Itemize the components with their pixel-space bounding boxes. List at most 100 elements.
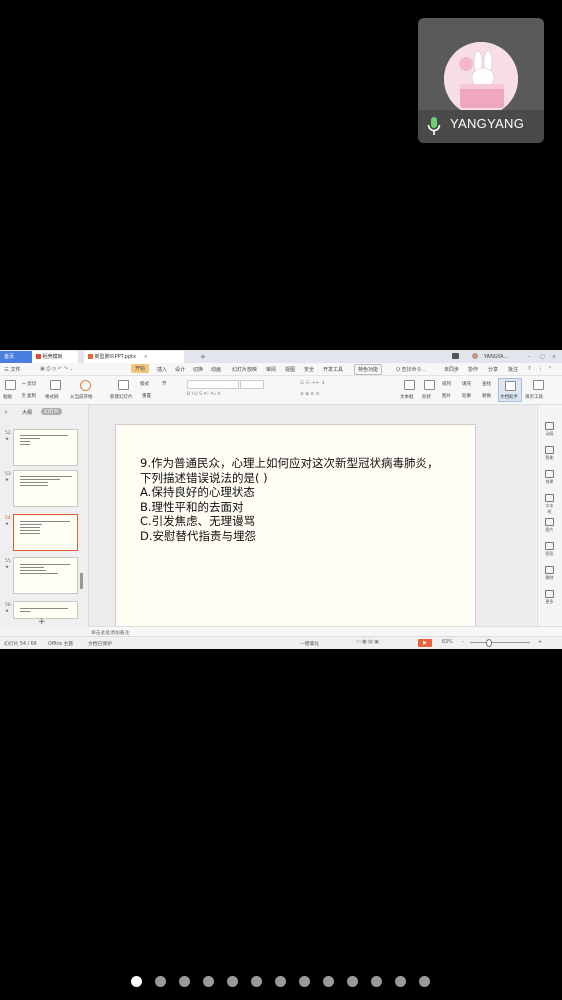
menu-item-start[interactable]: 开始	[131, 364, 150, 373]
page-dot[interactable]	[419, 976, 430, 987]
menu-item-review[interactable]: 审阅	[266, 366, 276, 373]
tool-more[interactable]: 更多	[544, 590, 555, 605]
collaborate-button[interactable]: 协作	[468, 366, 478, 373]
cut-button[interactable]: ✂ 剪切	[22, 381, 36, 387]
question-text[interactable]: 9.作为普通民众，心理上如何应对这次新型冠状病毒肺炎， 下列描述错误说法的是( …	[140, 456, 438, 543]
presentation-tools-icon[interactable]	[533, 380, 544, 390]
zoom-in-button[interactable]: +	[538, 640, 542, 645]
tab-home[interactable]: 首页	[0, 351, 36, 363]
font-name-select[interactable]	[187, 380, 239, 389]
maximize-icon[interactable]: ▢	[536, 351, 549, 363]
from-current-button[interactable]: 从当前开始	[70, 394, 93, 400]
arrange-button[interactable]: 排列	[442, 381, 451, 387]
play-from-current-icon[interactable]	[80, 380, 91, 391]
format-painter-button[interactable]: 格式刷	[45, 394, 59, 400]
new-tab-button[interactable]: +	[196, 351, 210, 363]
shapes-button[interactable]: 形状	[422, 394, 431, 400]
page-dot[interactable]	[155, 976, 166, 987]
page-dot[interactable]	[299, 976, 310, 987]
text-format-icons[interactable]: B I U S ✕² ✕₂ A	[187, 392, 220, 397]
tab-document[interactable]: 新型肺炎PPT.pptx ×	[84, 351, 184, 363]
tool-smart[interactable]: 智能	[544, 446, 555, 461]
outline-button[interactable]: 轮廓	[462, 393, 471, 399]
paste-button[interactable]: 粘贴	[3, 394, 12, 400]
new-slide-icon[interactable]	[118, 380, 129, 390]
zoom-out-button[interactable]: -	[462, 640, 464, 645]
page-dot[interactable]	[227, 976, 238, 987]
align-icons[interactable]: ≡ ≣ ≡ ≡	[300, 392, 319, 397]
page-dot[interactable]	[275, 976, 286, 987]
tool-delete[interactable]: 删除	[544, 566, 555, 581]
slide-thumbnail-53[interactable]	[13, 470, 78, 507]
minimize-icon[interactable]: –	[524, 351, 535, 363]
find-button[interactable]: 查找	[482, 381, 491, 387]
paste-icon[interactable]	[5, 380, 16, 390]
tool-shape[interactable]: 图形	[544, 542, 555, 557]
zoom-level[interactable]: 63%	[442, 640, 453, 645]
shapes-icon[interactable]	[424, 380, 435, 390]
tool-textbox[interactable]: 文本框	[544, 494, 555, 515]
paragraph-icons[interactable]: ☰ ☷ ⇥ ⇤ ↕	[300, 381, 325, 386]
fill-button[interactable]: 填充	[462, 381, 471, 387]
page-dot[interactable]	[347, 976, 358, 987]
tab-docer-template[interactable]: 稻壳模板	[32, 351, 78, 363]
add-slide-button[interactable]: +	[38, 617, 46, 627]
menu-item-developer[interactable]: 开发工具	[323, 366, 343, 373]
menu-item-design[interactable]: 设计	[175, 366, 185, 373]
page-dot[interactable]	[131, 976, 142, 987]
user-avatar[interactable]	[472, 353, 478, 359]
text-box-icon[interactable]	[404, 380, 415, 390]
help-icon[interactable]: ?	[528, 366, 531, 372]
page-dot[interactable]	[323, 976, 334, 987]
more-icon[interactable]: ⋮	[538, 366, 543, 372]
page-dot[interactable]	[395, 976, 406, 987]
window-mode-icon[interactable]	[452, 353, 459, 359]
collapse-ribbon-icon[interactable]: ⌃	[548, 366, 552, 372]
user-name[interactable]: YANGYA...	[480, 351, 512, 363]
menu-item-transition[interactable]: 切换	[193, 366, 203, 373]
comment-button[interactable]: 批注	[508, 366, 518, 373]
replace-button[interactable]: 替换	[482, 393, 491, 399]
thumbnail-scrollbar[interactable]	[80, 573, 83, 589]
section-button[interactable]: 节	[162, 381, 167, 387]
new-slide-button[interactable]: 新建幻灯片	[110, 394, 133, 400]
doc-helper-button[interactable]: 文档助手	[498, 378, 522, 402]
page-dot[interactable]	[179, 976, 190, 987]
participant-video-tile[interactable]: YANGYANG	[418, 18, 544, 143]
text-box-button[interactable]: 文本框	[400, 394, 414, 400]
copy-button[interactable]: ⎘ 复制	[22, 393, 36, 399]
collapse-panel-icon[interactable]: «	[4, 409, 8, 416]
menu-item-security[interactable]: 安全	[304, 366, 314, 373]
page-dot[interactable]	[251, 976, 262, 987]
protect-status[interactable]: 文档已保护	[88, 640, 112, 647]
command-search[interactable]: Q 查找命令...	[396, 366, 426, 373]
slide-thumbnail-54[interactable]	[13, 514, 78, 551]
beautify-button[interactable]: 一键美化	[300, 640, 319, 647]
menu-item-features[interactable]: 特色功能	[354, 364, 383, 375]
zoom-slider[interactable]	[470, 642, 530, 643]
zoom-slider-handle[interactable]	[486, 639, 492, 647]
current-slide[interactable]: 9.作为普通民众，心理上如何应对这次新型冠状病毒肺炎， 下列描述错误说法的是( …	[115, 424, 476, 629]
picture-button[interactable]: 图片	[442, 393, 451, 399]
play-slideshow-button[interactable]: ▶	[418, 639, 432, 647]
tab-outline[interactable]: 大纲	[22, 409, 32, 416]
menu-item-slideshow[interactable]: 幻灯片放映	[232, 366, 257, 373]
tool-animation[interactable]: 动画	[544, 422, 555, 437]
menu-item-animation[interactable]: 动画	[211, 366, 221, 373]
menu-item-view[interactable]: 视图	[285, 366, 295, 373]
file-menu[interactable]: 三 文件	[4, 366, 21, 373]
presentation-tools-button[interactable]: 演示工具	[525, 394, 543, 400]
page-dot[interactable]	[371, 976, 382, 987]
share-button[interactable]: 分享	[488, 366, 498, 373]
slide-thumbnail-52[interactable]	[13, 429, 78, 466]
sync-status[interactable]: 未同步	[444, 366, 459, 373]
view-mode-icons[interactable]: ▭ ▦ ▤ ▣	[356, 640, 379, 645]
quick-access-icons[interactable]: ▣ ⎙ ◷ ↶ ↷ ⌄	[40, 366, 74, 372]
reset-button[interactable]: 重置	[142, 393, 151, 399]
tool-picture[interactable]: 图片	[544, 518, 555, 533]
font-size-select[interactable]	[240, 380, 264, 389]
page-dot[interactable]	[203, 976, 214, 987]
close-window-icon[interactable]: ×	[548, 351, 560, 363]
tool-effect[interactable]: 效果	[544, 470, 555, 485]
close-tab-icon[interactable]: ×	[144, 354, 148, 360]
